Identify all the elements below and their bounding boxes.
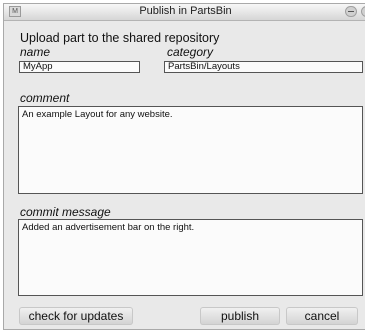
comment-textarea[interactable]: An example Layout for any website. — [18, 106, 363, 194]
title-bar[interactable]: M Publish in PartsBin — [4, 4, 365, 21]
category-label: category — [167, 45, 214, 59]
dialog-heading: Upload part to the shared repository — [20, 31, 220, 45]
minimize-icon[interactable] — [345, 6, 357, 17]
name-label: name — [20, 45, 51, 59]
close-icon[interactable] — [361, 6, 365, 17]
commit-message-textarea[interactable]: Added an advertisement bar on the right. — [18, 219, 363, 296]
cancel-button[interactable]: cancel — [286, 307, 358, 325]
name-field[interactable]: MyApp — [19, 61, 140, 73]
commit-message-label: commit message — [20, 205, 111, 219]
publish-button[interactable]: publish — [200, 307, 280, 325]
window-title: Publish in PartsBin — [139, 5, 232, 17]
category-field[interactable]: PartsBin/Layouts — [164, 61, 363, 73]
check-for-updates-button[interactable]: check for updates — [19, 307, 133, 325]
comment-label: comment — [20, 91, 70, 105]
publish-dialog: M Publish in PartsBin Upload part to the… — [3, 3, 365, 330]
